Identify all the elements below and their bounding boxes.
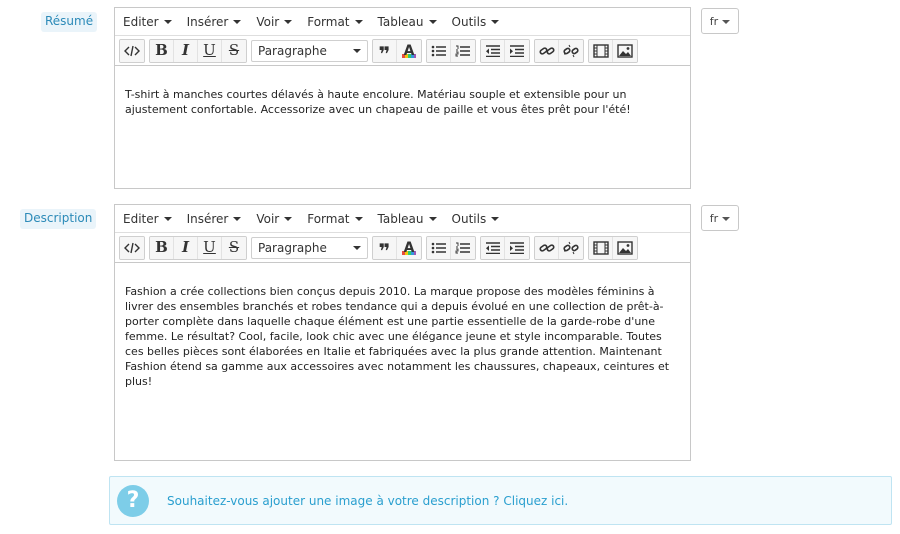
numbered-list-icon[interactable] xyxy=(451,236,475,259)
menu-tools[interactable]: Outils xyxy=(452,15,500,29)
menu-insert[interactable]: Insérer xyxy=(187,212,242,226)
editor-menubar: Editer Insérer Voir Format Tableau Outil… xyxy=(115,205,690,233)
code-icon[interactable] xyxy=(120,39,144,62)
add-image-info-box: ? Souhaitez-vous ajouter une image à vot… xyxy=(109,476,892,525)
summary-language-button[interactable]: fr xyxy=(701,8,739,34)
italic-icon[interactable]: I xyxy=(174,236,198,259)
chevron-down-icon xyxy=(491,20,500,24)
chevron-down-icon xyxy=(353,49,361,53)
menu-table[interactable]: Tableau xyxy=(378,212,437,226)
svg-text:A: A xyxy=(404,240,415,256)
chevron-down-icon xyxy=(354,217,363,221)
description-content[interactable]: Fashion a crée collections bien conçus d… xyxy=(115,263,690,389)
media-icon[interactable] xyxy=(589,39,613,62)
chevron-down-icon xyxy=(233,217,242,221)
underline-icon[interactable]: U xyxy=(198,39,222,62)
link-icon[interactable] xyxy=(535,39,559,62)
editor-menubar: Editer Insérer Voir Format Tableau Outil… xyxy=(115,8,690,36)
strikethrough-icon[interactable]: S xyxy=(222,236,246,259)
summary-editor[interactable]: Editer Insérer Voir Format Tableau Outil… xyxy=(114,7,691,189)
chevron-down-icon xyxy=(284,217,293,221)
image-icon[interactable] xyxy=(613,39,637,62)
image-icon[interactable] xyxy=(613,236,637,259)
unlink-icon[interactable] xyxy=(559,236,583,259)
description-language-button[interactable]: fr xyxy=(701,205,739,231)
info-text: Souhaitez-vous ajouter une image à votre… xyxy=(167,493,569,508)
menu-view[interactable]: Voir xyxy=(256,15,293,29)
menu-format[interactable]: Format xyxy=(307,15,363,29)
italic-icon[interactable]: I xyxy=(174,39,198,62)
menu-tools[interactable]: Outils xyxy=(452,212,500,226)
menu-edit[interactable]: Editer xyxy=(123,15,172,29)
unlink-icon[interactable] xyxy=(559,39,583,62)
outdent-icon[interactable] xyxy=(481,39,505,62)
outdent-icon[interactable] xyxy=(481,236,505,259)
chevron-down-icon xyxy=(428,217,437,221)
chevron-down-icon xyxy=(163,20,172,24)
summary-label: Résumé xyxy=(41,12,98,32)
chevron-down-icon xyxy=(722,216,731,221)
numbered-list-icon[interactable] xyxy=(451,39,475,62)
question-icon: ? xyxy=(117,484,149,517)
indent-icon[interactable] xyxy=(505,236,529,259)
blockquote-icon[interactable]: ❞ xyxy=(373,39,397,62)
menu-format[interactable]: Format xyxy=(307,212,363,226)
chevron-down-icon xyxy=(428,20,437,24)
bold-icon[interactable]: B xyxy=(150,236,174,259)
chevron-down-icon xyxy=(722,19,731,24)
bullet-list-icon[interactable] xyxy=(427,236,451,259)
chevron-down-icon xyxy=(284,20,293,24)
format-select[interactable]: Paragraphe xyxy=(251,39,368,62)
indent-icon[interactable] xyxy=(505,39,529,62)
click-here-link[interactable]: Cliquez ici. xyxy=(503,494,568,508)
underline-icon[interactable]: U xyxy=(198,236,222,259)
description-editor[interactable]: Editer Insérer Voir Format Tableau Outil… xyxy=(114,204,691,461)
menu-view[interactable]: Voir xyxy=(256,212,293,226)
description-label: Description xyxy=(20,209,97,229)
text-color-icon[interactable]: A xyxy=(397,39,421,62)
editor-toolbar: B I U S Paragraphe ❞ A xyxy=(115,36,690,66)
chevron-down-icon xyxy=(491,217,500,221)
blockquote-icon[interactable]: ❞ xyxy=(373,236,397,259)
format-select[interactable]: Paragraphe xyxy=(251,236,368,259)
menu-table[interactable]: Tableau xyxy=(378,15,437,29)
menu-edit[interactable]: Editer xyxy=(123,212,172,226)
bold-icon[interactable]: B xyxy=(150,39,174,62)
chevron-down-icon xyxy=(163,217,172,221)
link-icon[interactable] xyxy=(535,236,559,259)
media-icon[interactable] xyxy=(589,236,613,259)
editor-toolbar: B I U S Paragraphe ❞ A xyxy=(115,233,690,263)
svg-text:A: A xyxy=(404,43,415,59)
text-color-icon[interactable]: A xyxy=(397,236,421,259)
chevron-down-icon xyxy=(353,246,361,250)
chevron-down-icon xyxy=(233,20,242,24)
strikethrough-icon[interactable]: S xyxy=(222,39,246,62)
bullet-list-icon[interactable] xyxy=(427,39,451,62)
chevron-down-icon xyxy=(354,20,363,24)
menu-insert[interactable]: Insérer xyxy=(187,15,242,29)
code-icon[interactable] xyxy=(120,236,144,259)
summary-content[interactable]: T-shirt à manches courtes délavés à haut… xyxy=(115,66,690,117)
